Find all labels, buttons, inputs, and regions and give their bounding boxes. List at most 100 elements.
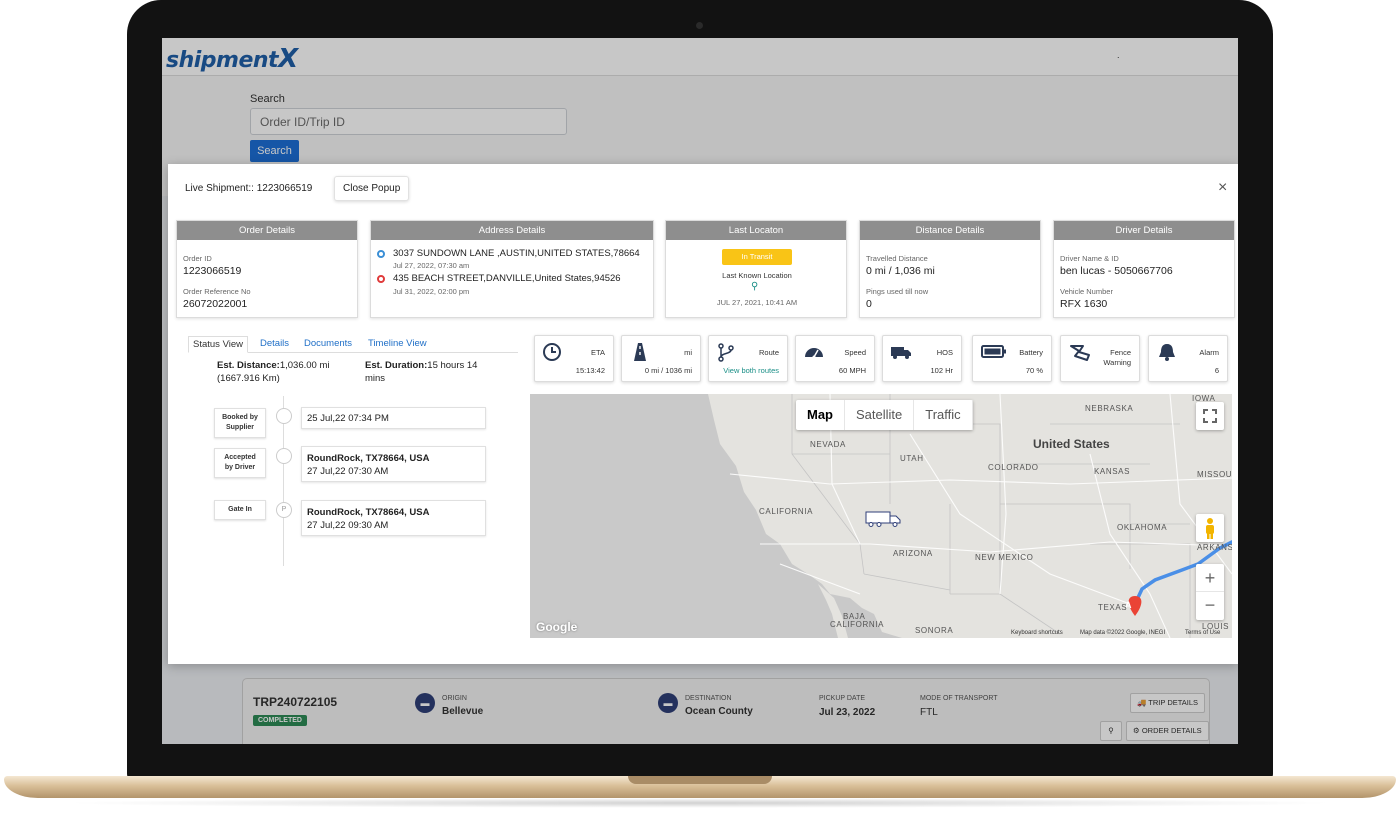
pickup-address: 3037 SUNDOWN LANE ,AUSTIN,UNITED STATES,…: [393, 248, 640, 259]
timeline-event: RoundRock, TX78664, USA 27 Jul,22 09:30 A…: [301, 500, 486, 536]
metric-label: ETA: [590, 348, 605, 357]
travelled-value: 0 mi / 1,036 mi: [866, 265, 935, 277]
metric-label: Fence Warning: [1103, 348, 1131, 367]
metric-label: Alarm: [1199, 348, 1219, 357]
map-label: NEW MEXICO: [975, 553, 1034, 562]
metric-speed[interactable]: Speed 60 MPH: [795, 335, 875, 382]
speedometer-icon: [805, 348, 823, 359]
metric-value: 70 %: [1025, 366, 1043, 375]
card-header: Address Details: [371, 221, 653, 240]
address-details-card: Address Details 3037 SUNDOWN LANE ,AUSTI…: [370, 220, 654, 318]
last-location-card: Last Locaton In Transit Last Known Locat…: [665, 220, 847, 318]
map-label: CALIFORNIA: [830, 620, 885, 629]
drop-time: Jul 31, 2022, 02:00 pm: [393, 287, 470, 296]
bell-icon: [1159, 344, 1175, 361]
map-data-attribution: Map data ©2022 Google, INEGI: [1080, 630, 1166, 636]
timeline-circle: [276, 448, 292, 464]
order-id-label: Order ID: [183, 254, 212, 263]
metric-battery[interactable]: Battery 70 %: [972, 335, 1052, 382]
last-location-time: JUL 27, 2021, 10:41 AM: [716, 298, 798, 307]
map-label: KANSAS: [1094, 467, 1131, 476]
order-ref-label: Order Reference No: [183, 287, 251, 296]
distance-details-card: Distance Details Travelled Distance 0 mi…: [859, 220, 1041, 318]
metric-alarm[interactable]: Alarm 6: [1148, 335, 1228, 382]
metric-value: 60 MPH: [838, 366, 866, 375]
card-header: Last Locaton: [666, 221, 846, 240]
map-label: United States: [1033, 437, 1110, 451]
zoom-out-button[interactable]: −: [1196, 592, 1224, 619]
street-view-button[interactable]: [1196, 514, 1224, 542]
driver-value: ben lucas - 5050667706: [1060, 265, 1173, 277]
card-header: Order Details: [177, 221, 357, 240]
close-icon[interactable]: ×: [1218, 180, 1227, 196]
pickup-dot-icon: [377, 250, 385, 258]
keyboard-shortcuts-link[interactable]: Keyboard shortcuts: [1011, 630, 1063, 636]
timeline-tag: Gate In: [214, 500, 266, 520]
metric-value: 6: [1214, 366, 1219, 375]
metric-eta[interactable]: ETA 15:13:42: [534, 335, 614, 382]
metric-route[interactable]: Route View both routes: [708, 335, 788, 382]
metric-hos[interactable]: HOS 102 Hr: [882, 335, 962, 382]
driver-details-card: Driver Details Driver Name & ID ben luca…: [1053, 220, 1235, 318]
modal-title: Live Shipment:: 1223066519: [185, 183, 313, 194]
last-known-label: Last Known Location: [722, 271, 792, 280]
metric-fence-warning[interactable]: Fence Warning: [1060, 335, 1140, 382]
metric-value: 0 mi / 1036 mi: [644, 366, 692, 375]
in-transit-badge: In Transit: [722, 249, 792, 265]
est-duration: Est. Duration:15 hours 14 mins: [365, 360, 478, 384]
clock-icon: [543, 343, 561, 361]
fullscreen-icon: [1203, 409, 1217, 423]
tab-documents[interactable]: Documents: [300, 336, 356, 353]
pings-value: 0: [866, 298, 872, 310]
metric-label: HOS: [936, 348, 953, 357]
live-shipment-modal: Live Shipment:: 1223066519 Close Popup ×…: [168, 164, 1238, 664]
fence-icon: [1070, 345, 1090, 361]
pings-label: Pings used till now: [866, 287, 929, 296]
pegman-icon: [1206, 518, 1214, 539]
timeline-event: RoundRock, TX78664, USA 27 Jul,22 07:30 A…: [301, 446, 486, 482]
map-label: NEVADA: [810, 440, 846, 449]
tab-timeline-view[interactable]: Timeline View: [364, 336, 431, 353]
drop-address: 435 BEACH STREET,DANVILLE,United States,…: [393, 273, 621, 284]
tab-status-view[interactable]: Status View: [188, 336, 248, 353]
metric-value: 15:13:42: [575, 366, 605, 375]
est-distance: Est. Distance:1,036.00 mi (1667.916 Km): [217, 360, 330, 384]
close-popup-button[interactable]: Close Popup: [334, 176, 410, 201]
metric-value: 102 Hr: [930, 366, 953, 375]
vehicle-label: Vehicle Number: [1060, 287, 1113, 296]
camera: [696, 22, 703, 29]
pickup-time: Jul 27, 2022, 07:30 am: [393, 261, 470, 270]
route-map[interactable]: A NEBRASKA IOWA NEVADA United States UTA…: [530, 394, 1232, 638]
route-icon: [718, 343, 734, 362]
card-header: Driver Details: [1054, 221, 1234, 240]
view-both-routes-link[interactable]: View both routes: [723, 366, 779, 375]
order-ref-value: 26072022001: [183, 298, 248, 310]
truck-icon: [891, 347, 911, 359]
terms-of-use-link[interactable]: Terms of Use: [1185, 630, 1220, 636]
vehicle-value: RFX 1630: [1060, 298, 1108, 310]
metric-label: Route: [758, 348, 779, 357]
metric-label: Speed: [844, 348, 866, 357]
map-type-traffic[interactable]: Traffic: [914, 400, 973, 430]
timeline-tag: Accepted by Driver: [214, 448, 266, 478]
tab-details[interactable]: Details: [256, 336, 293, 353]
screen: shipmentX . Search Search TRP240722105 C…: [162, 38, 1238, 744]
metric-distance[interactable]: mi 0 mi / 1036 mi: [621, 335, 701, 382]
zoom-control: + −: [1196, 564, 1224, 620]
map-type-satellite[interactable]: Satellite: [845, 400, 915, 430]
map-label: SONORA: [915, 626, 954, 635]
map-label: MISSOU: [1197, 470, 1232, 479]
order-details-card: Order Details Order ID 1223066519 Order …: [176, 220, 358, 318]
order-id-value: 1223066519: [183, 265, 242, 277]
zoom-in-button[interactable]: +: [1196, 564, 1224, 592]
card-header: Distance Details: [860, 221, 1040, 240]
map-label: NEBRASKA: [1085, 404, 1134, 413]
map-type-map[interactable]: Map: [796, 400, 845, 430]
location-pin-icon[interactable]: ⚲: [751, 281, 758, 292]
timeline-circle: P: [276, 502, 292, 518]
map-type-control: Map Satellite Traffic: [796, 400, 973, 430]
metric-label: Battery: [1019, 348, 1043, 357]
fullscreen-button[interactable]: [1196, 402, 1224, 430]
road-icon: [634, 343, 646, 361]
map-label: ARIZONA: [893, 549, 933, 558]
